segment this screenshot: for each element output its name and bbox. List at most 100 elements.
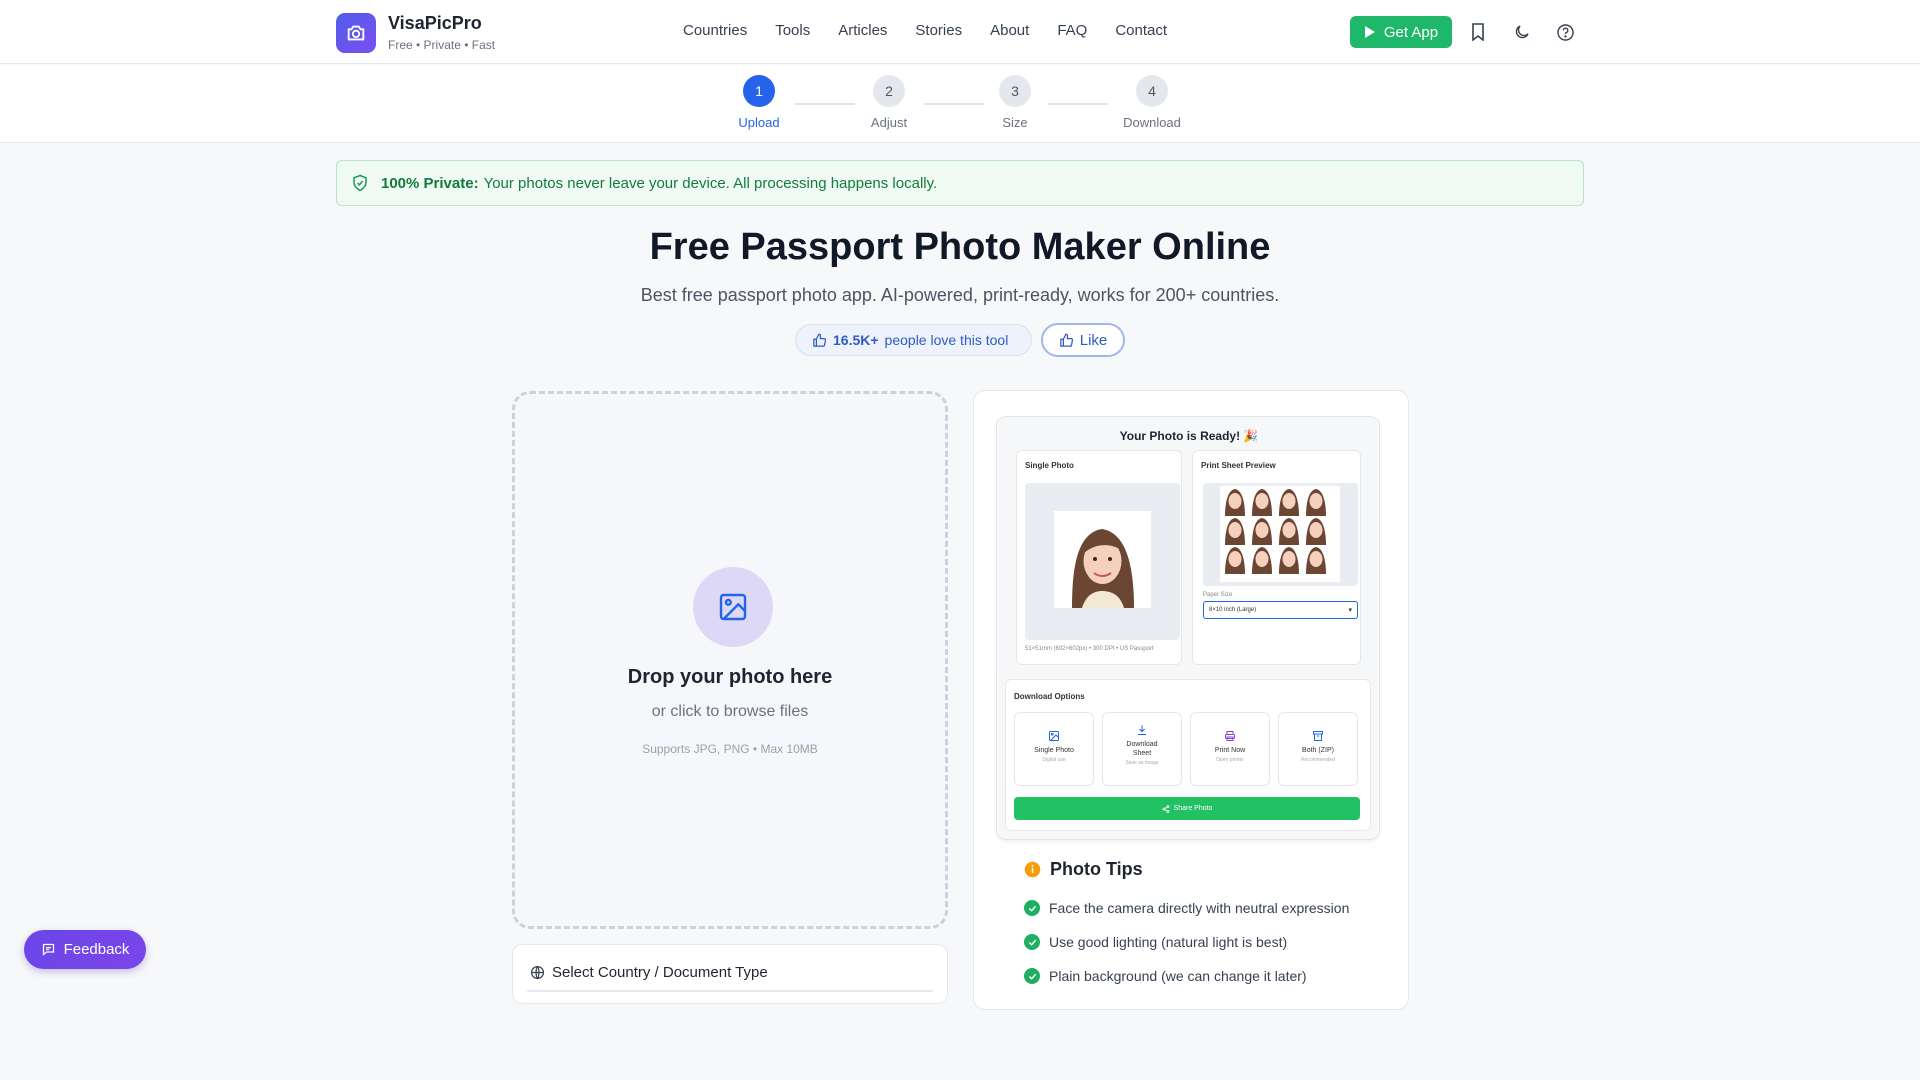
tip-item: Plain background (we can change it later… xyxy=(1024,968,1307,984)
photo-drop-zone[interactable]: Drop your photo here or click to browse … xyxy=(512,391,948,929)
camera-icon xyxy=(347,25,365,41)
help-icon[interactable] xyxy=(1553,20,1577,44)
step-size[interactable]: 3 Size xyxy=(975,75,1055,130)
drop-title: Drop your photo here xyxy=(627,666,833,688)
paper-size-label: Paper Size xyxy=(1203,592,1233,598)
sheet-photo-face xyxy=(1228,493,1242,509)
get-app-label: Get App xyxy=(1383,23,1439,41)
top-header: VisaPicPro Free • Private • Fast Countri… xyxy=(0,0,1920,64)
image-icon xyxy=(719,593,747,621)
country-label-text: Select Country / Document Type xyxy=(552,964,768,981)
step-download[interactable]: 4 Download xyxy=(1112,75,1192,130)
option-sub: Digital use xyxy=(1042,757,1066,763)
tip-item: Face the camera directly with neutral ex… xyxy=(1024,900,1349,916)
nav-articles[interactable]: Articles xyxy=(838,22,887,39)
thumbs-up-icon xyxy=(1059,333,1073,347)
sheet-photo-face xyxy=(1282,493,1296,509)
option-sub: Recommended xyxy=(1301,757,1335,763)
love-count: 16.5K+ xyxy=(833,332,879,348)
like-label: Like xyxy=(1079,331,1108,349)
page-title: Free Passport Photo Maker Online xyxy=(649,226,1271,268)
country-label: Select Country / Document Type xyxy=(530,964,768,981)
check-circle-icon xyxy=(1024,968,1040,984)
step-connector xyxy=(1048,103,1108,105)
option-title: Single Photo xyxy=(1034,747,1074,754)
tip-text: Face the camera directly with neutral ex… xyxy=(1049,900,1350,916)
option-download-sheet[interactable]: Download Sheet Save as image xyxy=(1102,712,1182,786)
sheet-photo-face xyxy=(1255,522,1269,538)
sheet-photo-face xyxy=(1228,551,1242,567)
step-number: 1 xyxy=(743,75,775,107)
upload-icon-circle xyxy=(693,567,773,647)
moon-icon[interactable] xyxy=(1510,20,1534,44)
step-number: 3 xyxy=(999,75,1031,107)
nav-contact[interactable]: Contact xyxy=(1115,22,1167,39)
option-sub: Open printer xyxy=(1216,757,1244,763)
download-options-title: Download Options xyxy=(1014,692,1085,701)
step-adjust[interactable]: 2 Adjust xyxy=(849,75,929,130)
brand-name[interactable]: VisaPicPro xyxy=(388,13,482,34)
paper-size-select[interactable]: 8×10 inch (Large) ▾ xyxy=(1203,601,1358,619)
print-sheet-grid xyxy=(1220,486,1340,582)
check-circle-icon xyxy=(1024,900,1040,916)
single-photo-frame xyxy=(1025,483,1180,640)
archive-icon xyxy=(1313,731,1323,741)
ready-preview-mockup: Your Photo is Ready! 🎉 Single Photo 51×5… xyxy=(996,416,1380,840)
sheet-photo-face xyxy=(1255,493,1269,509)
step-label: Adjust xyxy=(870,115,908,130)
like-button[interactable]: Like xyxy=(1041,323,1125,357)
message-icon xyxy=(42,943,54,956)
option-single-photo[interactable]: Single Photo Digital use xyxy=(1014,712,1094,786)
preview-panel: Your Photo is Ready! 🎉 Single Photo 51×5… xyxy=(973,390,1409,1010)
page-subtitle: Best free passport photo app. AI-powered… xyxy=(640,285,1280,305)
option-title: Print Now xyxy=(1214,747,1246,754)
sheet-photo-face xyxy=(1309,522,1323,538)
single-photo-card: Single Photo 51×51mm (602×602px) • 300 D… xyxy=(1016,450,1182,665)
get-app-button[interactable]: Get App xyxy=(1350,16,1452,48)
option-both-zip[interactable]: Both (ZIP) Recommended xyxy=(1278,712,1358,786)
nav-tools[interactable]: Tools xyxy=(775,22,810,39)
share-photo-button[interactable]: Share Photo xyxy=(1014,797,1360,820)
nav-stories[interactable]: Stories xyxy=(915,22,962,39)
privacy-bold: 100% Private: xyxy=(381,174,479,192)
privacy-banner: 100% Private: Your photos never leave yo… xyxy=(336,160,1584,206)
sheet-photo-face xyxy=(1282,551,1296,567)
portrait-photo xyxy=(1054,511,1151,608)
option-title: Download Sheet xyxy=(1126,741,1158,757)
image-icon xyxy=(1049,731,1059,741)
brand-tagline: Free • Private • Fast xyxy=(388,38,496,52)
step-number: 2 xyxy=(873,75,905,107)
info-icon xyxy=(1024,861,1041,878)
nav-about[interactable]: About xyxy=(990,22,1029,39)
step-connector xyxy=(795,103,855,105)
single-photo-caption: 51×51mm (602×602px) • 300 DPI • US Passp… xyxy=(1025,646,1154,652)
feedback-label: Feedback xyxy=(63,941,130,958)
step-label: Size xyxy=(1002,115,1028,130)
printer-icon xyxy=(1225,731,1235,741)
single-photo-title: Single Photo xyxy=(1025,461,1074,470)
photo-tips-heading: Photo Tips xyxy=(1024,859,1143,880)
feedback-button[interactable]: Feedback xyxy=(24,930,146,969)
thumbs-up-icon xyxy=(813,333,827,347)
step-number: 4 xyxy=(1136,75,1168,107)
share-icon xyxy=(1162,804,1169,813)
sheet-photo-face xyxy=(1255,551,1269,567)
nav-faq[interactable]: FAQ xyxy=(1057,22,1087,39)
print-sheet-card: Print Sheet Preview Paper Size 8×10 inch… xyxy=(1192,450,1361,665)
tip-item: Use good lighting (natural light is best… xyxy=(1024,934,1287,950)
sheet-photo-face xyxy=(1309,493,1323,509)
tips-title: Photo Tips xyxy=(1050,859,1143,879)
chevron-down-icon: ▾ xyxy=(1348,607,1352,614)
option-print-now[interactable]: Print Now Open printer xyxy=(1190,712,1270,786)
download-options-card: Download Options Single Photo Digital us… xyxy=(1005,679,1371,831)
drop-note: Supports JPG, PNG • Max 10MB xyxy=(642,742,818,756)
option-sub: Save as image xyxy=(1125,760,1159,766)
nav-countries[interactable]: Countries xyxy=(683,22,747,39)
logo[interactable] xyxy=(336,13,376,53)
bookmark-icon[interactable] xyxy=(1466,20,1490,44)
globe-icon xyxy=(530,965,545,980)
paper-size-value: 8×10 inch (Large) xyxy=(1209,607,1257,613)
country-select-input[interactable] xyxy=(527,990,933,992)
step-upload[interactable]: 1 Upload xyxy=(719,75,799,130)
shield-check-icon xyxy=(353,174,367,192)
